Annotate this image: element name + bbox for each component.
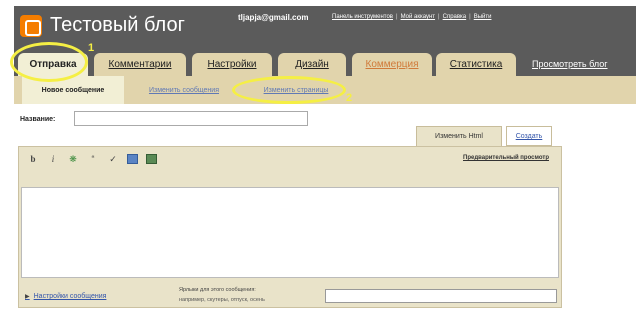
tab-comments[interactable]: Комментарии [94,53,186,76]
top-link-help[interactable]: Справка [443,14,467,20]
video-icon[interactable] [146,154,157,164]
blogger-header: Тестовый блог tljapja@gmail.com Панель и… [14,6,636,48]
post-body-textarea[interactable] [21,187,559,278]
compose-tab[interactable]: Создать [506,126,552,146]
view-blog-link[interactable]: Просмотреть блог [532,59,608,69]
blogger-logo-icon[interactable] [20,15,42,37]
editor-toolbar: b i ❋ “ ✓ [27,151,157,167]
tab-commerce[interactable]: Коммерция [352,53,432,76]
main-tabbar: Отправка Комментарии Настройки Дизайн Ко… [14,48,636,76]
italic-icon[interactable]: i [47,153,59,165]
subtab-edit-posts[interactable]: Изменить сообщения [132,76,236,104]
title-input[interactable] [74,111,308,126]
post-options-link[interactable]: ▶ Настройки сообщения [25,293,106,300]
preview-link[interactable]: Предварительный просмотр [463,155,549,161]
title-label: Название: [20,116,56,123]
annotation-number-1: 1 [88,42,95,54]
top-link-signout[interactable]: Выйти [474,14,492,20]
top-link-account[interactable]: Мой аккаунт [401,14,435,20]
triangle-right-icon: ▶ [25,294,30,300]
spellcheck-icon[interactable]: ✓ [107,153,119,165]
top-link-dashboard[interactable]: Панель инструментов [332,14,393,20]
tab-stats[interactable]: Статистика [436,53,516,76]
text-color-icon[interactable]: ❋ [67,153,79,165]
user-email: tljapja@gmail.com [238,13,309,22]
labels-title: Ярлыки для этого сообщения: [179,287,256,293]
labels-input[interactable] [325,289,557,303]
top-links: Панель инструментов | Мой аккаунт | Справка |… [332,14,492,20]
image-icon[interactable] [127,154,138,164]
highlight-circle-2 [232,76,346,104]
blog-title: Тестовый блог [50,14,185,36]
annotation-number-2: 2 [346,92,353,104]
quote-icon[interactable]: “ [87,153,99,165]
tab-settings[interactable]: Настройки [192,53,272,76]
post-editor: b i ❋ “ ✓ Предварительный просмотр ▶ Наст… [18,146,562,308]
bold-icon[interactable]: b [27,153,39,165]
highlight-circle-1 [10,42,88,82]
post-options-label: Настройки сообщения [33,293,107,300]
edit-html-tab[interactable]: Изменить Html [416,126,502,146]
labels-hint: например, скутеры, отпуск, осень [179,297,265,303]
tab-design[interactable]: Дизайн [278,53,346,76]
